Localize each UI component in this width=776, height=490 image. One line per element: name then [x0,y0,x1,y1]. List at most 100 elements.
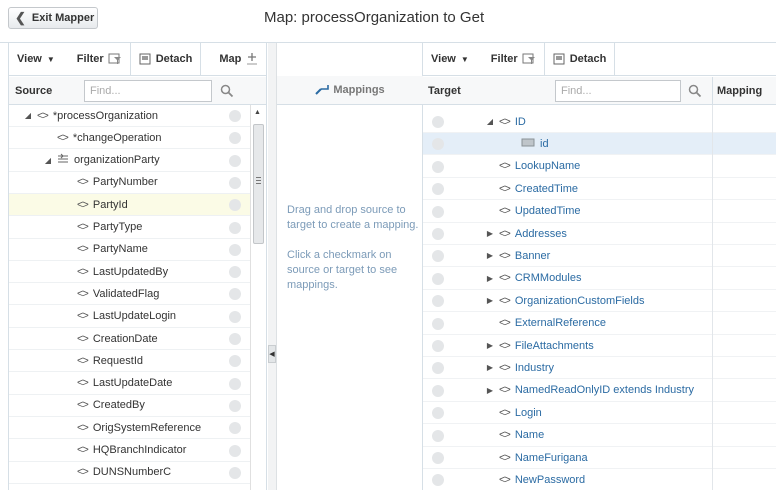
collapse-source-handle[interactable]: ◀ [268,345,276,363]
mapping-status-indicator[interactable] [432,452,444,464]
search-icon[interactable] [688,84,702,98]
source-view-menu[interactable]: View ▼ [9,43,63,76]
source-scrollbar[interactable]: ▲ [250,105,266,490]
expand-toggle-icon[interactable]: ◢ [43,156,53,165]
mapping-status-indicator[interactable] [229,333,241,345]
source-tree-row[interactable]: <> HQBranchIndicator [9,440,252,462]
mapping-status-indicator[interactable] [229,466,241,479]
mapping-status-indicator[interactable] [229,221,241,234]
target-tree-row[interactable]: <> CreatedTime [423,178,776,201]
source-tree-row[interactable]: <> PartyId [9,194,252,217]
source-tree-row[interactable]: <> LastUpdateLogin [9,306,252,328]
source-tree-row[interactable]: <> RequestId [9,350,252,373]
mapping-status-indicator[interactable] [229,422,241,435]
source-tree-row[interactable]: <> ValidatedFlag [9,283,252,306]
expand-toggle-icon[interactable]: ▶ [485,274,495,283]
expand-toggle-icon[interactable]: ▶ [485,341,495,350]
mapping-status-indicator[interactable] [229,266,241,279]
expand-toggle-icon[interactable]: ▶ [485,229,495,238]
target-tree-row[interactable]: ▶ <> CRMModules [423,268,776,290]
target-tree-row[interactable]: <> UpdatedTime [423,201,776,223]
exit-mapper-button[interactable]: ❮ Exit Mapper [8,7,98,29]
source-node-label: HQBranchIndicator [92,444,187,456]
target-tree-row[interactable]: ▶ <> Banner [423,245,776,268]
target-tree-row[interactable]: <> LookupName [423,156,776,178]
target-find-input[interactable] [555,80,681,102]
source-tree-row[interactable]: <> PartyNumber [9,172,252,194]
mapping-status-indicator[interactable] [432,205,444,218]
source-tree-row[interactable]: ◢ <> *processOrganization [9,105,252,127]
mapping-status-indicator[interactable] [432,407,444,420]
expand-toggle-icon[interactable]: ▶ [485,386,495,395]
source-tree-row[interactable]: ◢ organizationParty [9,150,252,172]
target-tree-row[interactable]: <> NameFurigana [423,447,776,469]
mapping-status-indicator[interactable] [432,272,444,285]
mapping-status-indicator[interactable] [229,444,241,457]
mapping-status-indicator[interactable] [229,176,241,189]
source-tree-row[interactable]: <> CreationDate [9,328,252,350]
map-button[interactable]: Map [211,43,266,76]
mapping-status-indicator[interactable] [432,138,444,151]
source-tree-row[interactable]: <> DUNSNumberC [9,462,252,484]
source-tree-row[interactable]: <> PartyType [9,217,252,239]
mapping-status-indicator[interactable] [432,160,444,173]
map-add-icon [247,53,258,65]
mapping-status-indicator[interactable] [432,474,444,487]
target-tree-row[interactable]: ▶ <> OrganizationCustomFields [423,290,776,313]
target-view-menu[interactable]: View ▼ [423,43,477,76]
mapping-status-indicator[interactable] [229,288,241,301]
target-node-label: CRMModules [514,272,582,285]
target-node-label: id [540,137,549,150]
mapping-status-indicator[interactable] [432,317,444,330]
target-tree-row[interactable]: ◢ <> ID [423,111,776,133]
mapping-status-indicator[interactable] [432,384,444,397]
mapping-status-indicator[interactable] [432,362,444,375]
mapping-status-indicator[interactable] [432,183,444,196]
element-tag-icon: <> [77,198,89,211]
target-detach-button[interactable]: Detach [545,43,615,76]
target-tree-row[interactable]: ▶ <> Addresses [423,223,776,245]
target-tree-row[interactable]: ▶ <> FileAttachments [423,335,776,357]
scroll-thumb[interactable] [253,124,264,244]
mapping-status-indicator[interactable] [432,429,444,442]
mapping-status-indicator[interactable] [432,228,444,240]
source-detach-button[interactable]: Detach [131,43,201,76]
mapping-status-indicator[interactable] [229,355,241,368]
mapping-status-indicator[interactable] [229,199,241,212]
expand-toggle-icon[interactable]: ▶ [485,296,495,305]
target-tree-row[interactable]: <> Login [423,402,776,425]
mapping-status-indicator[interactable] [229,243,241,256]
source-tree-row[interactable]: <> LastUpdateDate [9,373,252,395]
mapping-status-indicator[interactable] [229,399,241,412]
mapping-status-indicator[interactable] [229,132,241,145]
expand-toggle-icon[interactable]: ▶ [485,251,495,260]
target-tree-row[interactable]: <> Name [423,425,776,447]
target-filter-button[interactable]: Filter [483,43,544,76]
target-tree-row[interactable]: ▶ <> Industry [423,357,776,380]
search-icon[interactable] [220,84,234,98]
mapping-status-indicator[interactable] [432,116,444,128]
mapping-status-indicator[interactable] [229,377,241,390]
source-tree-row[interactable]: <> *changeOperation [9,127,252,150]
mapping-link-icon [315,85,330,95]
expand-toggle-icon[interactable]: ◢ [485,117,495,126]
expand-toggle-icon[interactable]: ▶ [485,363,495,372]
expand-toggle-icon[interactable]: ◢ [23,111,33,120]
mapping-status-indicator[interactable] [432,340,444,352]
source-find-input[interactable] [84,80,212,102]
target-tree-row[interactable]: id [423,133,776,156]
mapping-status-indicator[interactable] [432,295,444,308]
target-tree-row[interactable]: ▶ <> NamedReadOnlyID extends Industry [423,380,776,402]
source-tree-row[interactable]: <> CreatedBy [9,395,252,417]
target-tree-row[interactable]: <> NewPassword [423,469,776,490]
mapping-status-indicator[interactable] [229,310,241,323]
scroll-up-arrow[interactable]: ▲ [254,109,261,116]
source-filter-button[interactable]: Filter [69,43,130,76]
source-tree-row[interactable]: <> LastUpdatedBy [9,261,252,284]
target-tree-row[interactable]: <> ExternalReference [423,313,776,335]
mapping-status-indicator[interactable] [229,110,241,122]
mapping-status-indicator[interactable] [432,250,444,263]
source-tree-row[interactable]: <> OrigSystemReference [9,417,252,440]
mapping-status-indicator[interactable] [229,154,241,167]
source-tree-row[interactable]: <> PartyName [9,239,252,261]
